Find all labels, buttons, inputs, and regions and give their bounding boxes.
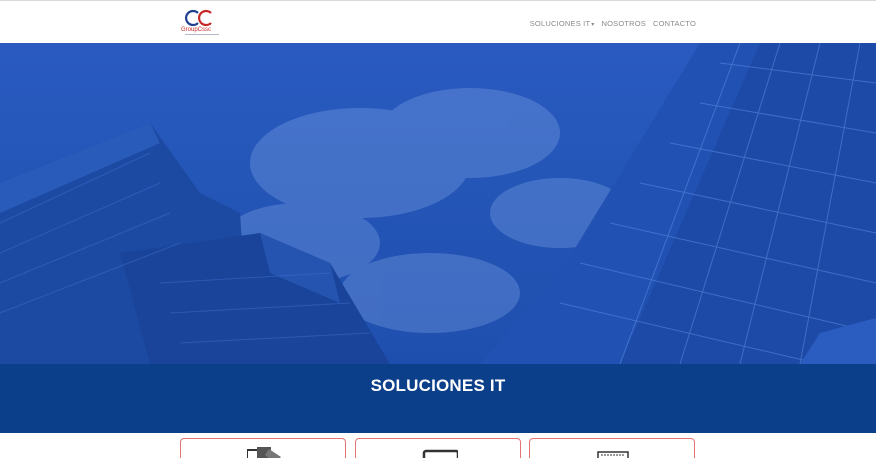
groupcssc-logo[interactable]: GroupCssc (181, 9, 221, 39)
skyscrapers-background-image (0, 43, 876, 364)
devices-icon (247, 447, 281, 458)
service-card[interactable] (180, 438, 346, 458)
navbar: GroupCssc SOLUCIONES IT▾ NOSOTROS CONTAC… (0, 0, 876, 43)
service-card[interactable] (355, 438, 521, 458)
nav-nosotros[interactable]: NOSOTROS (601, 19, 646, 28)
main-nav: SOLUCIONES IT▾ NOSOTROS CONTACTO (530, 17, 696, 29)
logo-mark-icon (185, 9, 212, 27)
monitor-icon (422, 449, 458, 458)
logo-text: GroupCssc (181, 27, 212, 33)
page-title: SOLUCIONES IT (370, 376, 506, 395)
nav-contacto[interactable]: CONTACTO (653, 19, 696, 28)
service-card[interactable] (529, 438, 695, 458)
keyboard-icon (597, 451, 629, 458)
caret-down-icon: ▾ (591, 21, 595, 28)
nav-soluciones-it[interactable]: SOLUCIONES IT▾ (530, 19, 595, 28)
nav-soluciones-it-label: SOLUCIONES IT (529, 18, 591, 28)
logo-underline (185, 34, 219, 36)
service-cards (0, 433, 876, 458)
hero-banner (0, 43, 876, 364)
hero-title-band: SOLUCIONES IT (0, 364, 876, 433)
